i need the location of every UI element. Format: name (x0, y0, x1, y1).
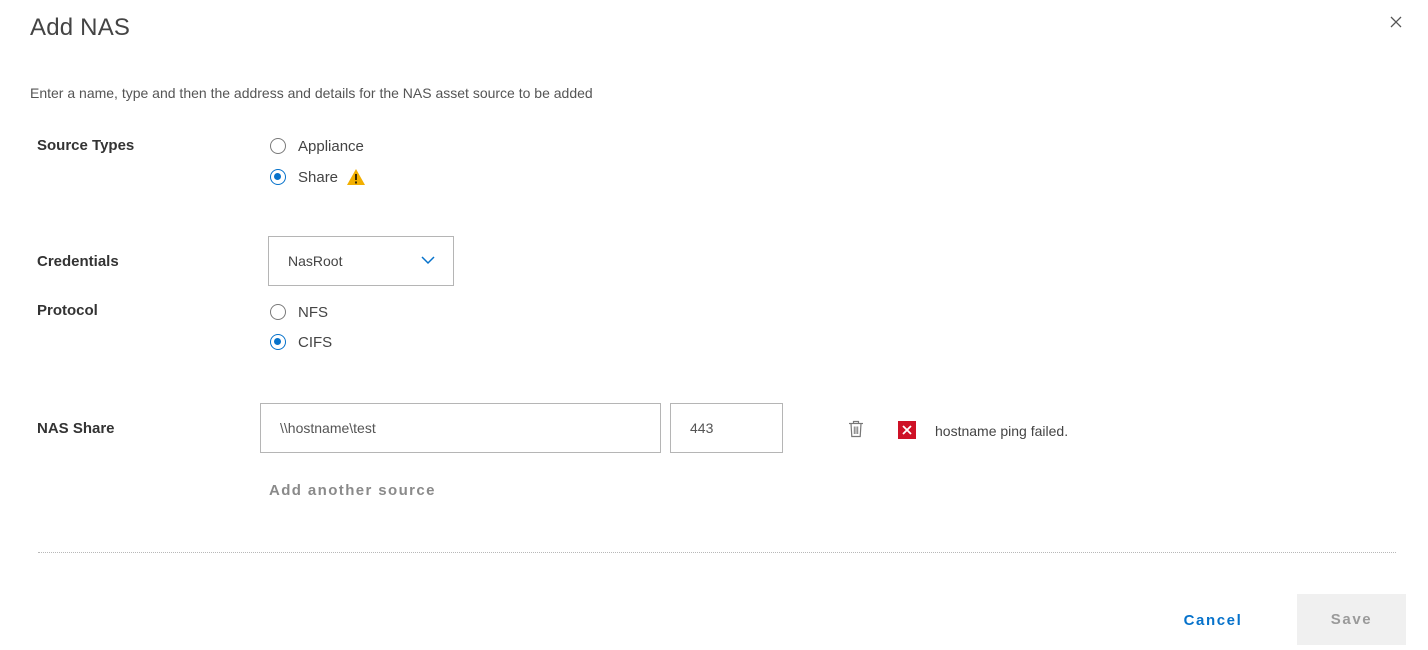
close-button[interactable] (1384, 10, 1408, 34)
radio-cifs-circle[interactable] (270, 334, 286, 350)
chevron-down-icon (421, 256, 435, 265)
cancel-button[interactable]: Cancel (1170, 596, 1256, 644)
nas-share-label: NAS Share (37, 420, 115, 437)
radio-share[interactable]: Share (270, 167, 366, 187)
warning-icon (347, 169, 366, 185)
radio-nfs-label: NFS (298, 303, 328, 321)
close-icon (1390, 16, 1402, 28)
radio-share-label: Share (298, 168, 339, 186)
error-message: hostname ping failed. (935, 423, 1069, 439)
radio-cifs[interactable]: CIFS (270, 332, 332, 352)
credentials-label: Credentials (37, 253, 119, 270)
source-types-label: Source Types (37, 137, 135, 154)
protocol-label: Protocol (37, 302, 98, 319)
radio-nfs-circle[interactable] (270, 304, 286, 320)
dialog-title: Add NAS (30, 14, 131, 41)
credentials-selected-value: NasRoot (288, 253, 343, 269)
radio-appliance-label: Appliance (298, 137, 364, 155)
add-nas-dialog: Add NAS Enter a name, type and then the … (0, 0, 1428, 650)
radio-share-circle[interactable] (270, 169, 286, 185)
footer-divider (38, 552, 1396, 553)
radio-nfs[interactable]: NFS (270, 302, 328, 322)
credentials-dropdown[interactable]: NasRoot (268, 236, 454, 286)
nas-share-host-input[interactable] (260, 403, 661, 453)
radio-appliance[interactable]: Appliance (270, 136, 364, 156)
dialog-description: Enter a name, type and then the address … (30, 85, 593, 101)
radio-appliance-circle[interactable] (270, 138, 286, 154)
trash-icon[interactable] (848, 420, 864, 438)
add-another-source-link[interactable]: Add another source (269, 482, 436, 499)
nas-share-port-input[interactable] (670, 403, 783, 453)
radio-cifs-label: CIFS (298, 333, 333, 351)
save-button[interactable]: Save (1297, 594, 1406, 645)
error-x-icon (898, 421, 916, 439)
